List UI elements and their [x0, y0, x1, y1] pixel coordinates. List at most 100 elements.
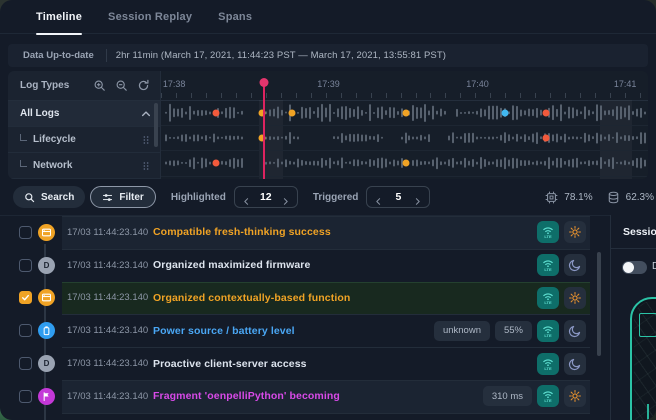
waveform-row[interactable]	[161, 125, 648, 151]
wifi-lte-button[interactable]: LTE	[537, 221, 559, 243]
chevron-up-icon[interactable]	[140, 108, 152, 120]
event-marker[interactable]	[543, 134, 550, 141]
sun-button[interactable]	[564, 221, 586, 243]
log-type-row[interactable]: All Logs	[8, 101, 160, 127]
log-list-scrollbar[interactable]	[597, 252, 601, 356]
log-row[interactable]: 17/03 11:44:23.140 Organized contextuall…	[0, 282, 610, 315]
event-marker[interactable]	[213, 109, 220, 116]
sun-button[interactable]	[564, 385, 586, 407]
filter-button[interactable]: Filter	[90, 186, 155, 208]
log-type-row[interactable]: Lifecycle	[8, 127, 160, 153]
app-window: TimelineSession ReplaySpans Data Up-to-d…	[0, 0, 656, 420]
wifi-lte-button[interactable]: LTE	[537, 353, 559, 375]
moon-button[interactable]	[564, 320, 586, 342]
wifi-lte-icon: LTE	[541, 225, 555, 239]
playhead-marker[interactable]	[263, 82, 265, 179]
sun-icon	[568, 291, 582, 305]
waveform-area[interactable]: 17:3817:3917:4017:41	[161, 71, 648, 179]
row-checkbox[interactable]	[19, 226, 32, 239]
value-badge: unknown	[434, 321, 490, 341]
svg-text:LTE: LTE	[544, 333, 552, 338]
event-marker[interactable]	[543, 109, 550, 116]
highlighted-value: 12	[259, 191, 273, 203]
svg-text:LTE: LTE	[544, 235, 552, 240]
chevron-left-icon[interactable]	[242, 193, 251, 202]
row-actions: unknown55% LTE	[434, 320, 586, 342]
timeline-panel: Log Types All Logs Lifecycle Network 17:…	[8, 71, 648, 179]
letter-d-icon: D	[38, 257, 55, 274]
triggered-label: Triggered	[313, 192, 359, 203]
log-message: Fragment 'oenpelliPython' becoming	[153, 390, 340, 402]
log-row[interactable]: D 17/03 11:44:23.140 Proactive client-se…	[0, 347, 610, 380]
chevron-right-icon[interactable]	[413, 193, 422, 202]
tab-bar: Timeline Session Replay Spans	[0, 0, 656, 34]
event-marker[interactable]	[403, 109, 410, 116]
row-checkbox[interactable]	[19, 291, 32, 304]
log-type-label: Lifecycle	[20, 134, 140, 145]
battery-icon	[38, 322, 55, 339]
event-marker[interactable]	[288, 109, 295, 116]
event-marker[interactable]	[403, 160, 410, 167]
waveform-row[interactable]	[161, 151, 648, 177]
time-axis: 17:3817:3917:4017:41	[161, 71, 648, 101]
row-checkbox[interactable]	[19, 357, 32, 370]
row-checkbox[interactable]	[19, 390, 32, 403]
chevron-right-icon[interactable]	[281, 193, 290, 202]
waveform-row[interactable]	[161, 100, 648, 126]
log-message: Power source / battery level	[153, 325, 295, 337]
drag-handle-icon[interactable]	[140, 134, 152, 146]
search-button[interactable]: Search	[13, 186, 85, 208]
session-toggle[interactable]	[622, 261, 647, 274]
highlighted-label: Highlighted	[171, 192, 226, 203]
sun-icon	[568, 389, 582, 403]
log-row[interactable]: 17/03 11:44:23.140 Compatible fresh-thin…	[0, 216, 610, 249]
time-range-text: 2hr 11min (March 17, 2021, 11:44:23 PST …	[116, 50, 446, 61]
log-message: Compatible fresh-thinking success	[153, 226, 331, 238]
chevron-left-icon[interactable]	[374, 193, 383, 202]
moon-icon	[568, 357, 582, 371]
row-actions: LTE	[537, 221, 586, 243]
wifi-lte-button[interactable]: LTE	[537, 287, 559, 309]
filter-button-label: Filter	[119, 192, 143, 203]
log-timestamp: 17/03 11:44:23.140	[67, 325, 153, 336]
event-marker[interactable]	[502, 109, 509, 116]
tab-session-replay[interactable]: Session Replay	[108, 0, 192, 34]
moon-button[interactable]	[564, 254, 586, 276]
timeline-zoom-controls	[93, 79, 150, 92]
cpu-meter: 78.1%	[545, 191, 592, 204]
log-types-scrollbar[interactable]	[154, 103, 158, 147]
toggle-knob	[623, 262, 634, 273]
log-message: Organized maximized firmware	[153, 259, 310, 271]
drag-handle-icon[interactable]	[140, 160, 152, 172]
device-replay-frame	[630, 297, 656, 420]
row-actions: 310 msLTE	[483, 385, 586, 407]
value-badge: 55%	[495, 321, 532, 341]
log-list: 17/03 11:44:23.140 Compatible fresh-thin…	[0, 215, 610, 420]
log-message: Organized contextually-based function	[153, 292, 350, 304]
log-type-row[interactable]: Network	[8, 153, 160, 179]
wifi-lte-button[interactable]: LTE	[537, 320, 559, 342]
app-card-icon	[38, 224, 55, 241]
page-background: TimelineSession ReplaySpans Data Up-to-d…	[0, 0, 656, 420]
zoom-in-icon[interactable]	[93, 79, 106, 92]
tab-timeline[interactable]: Timeline	[36, 0, 82, 34]
zoom-out-icon[interactable]	[115, 79, 128, 92]
log-row[interactable]: 17/03 11:44:23.140 Fragment 'oenpelliPyt…	[0, 380, 610, 413]
wifi-lte-icon: LTE	[541, 389, 555, 403]
moon-button[interactable]	[564, 353, 586, 375]
triggered-stepper: 5	[366, 186, 430, 208]
wifi-lte-button[interactable]: LTE	[537, 385, 559, 407]
sun-button[interactable]	[564, 287, 586, 309]
row-checkbox[interactable]	[19, 259, 32, 272]
refresh-icon[interactable]	[137, 79, 150, 92]
session-toggle-label: D	[652, 261, 656, 272]
log-types-header: Log Types	[8, 71, 160, 101]
wifi-lte-button[interactable]: LTE	[537, 254, 559, 276]
event-marker[interactable]	[213, 160, 220, 167]
tab-spans[interactable]: Spans	[218, 0, 252, 34]
axis-tick-label: 17:39	[317, 79, 340, 89]
row-checkbox[interactable]	[19, 324, 32, 337]
svg-text:LTE: LTE	[544, 267, 552, 272]
log-row[interactable]: D 17/03 11:44:23.140 Organized maximized…	[0, 249, 610, 282]
log-row[interactable]: 17/03 11:44:23.140 Power source / batter…	[0, 314, 610, 347]
